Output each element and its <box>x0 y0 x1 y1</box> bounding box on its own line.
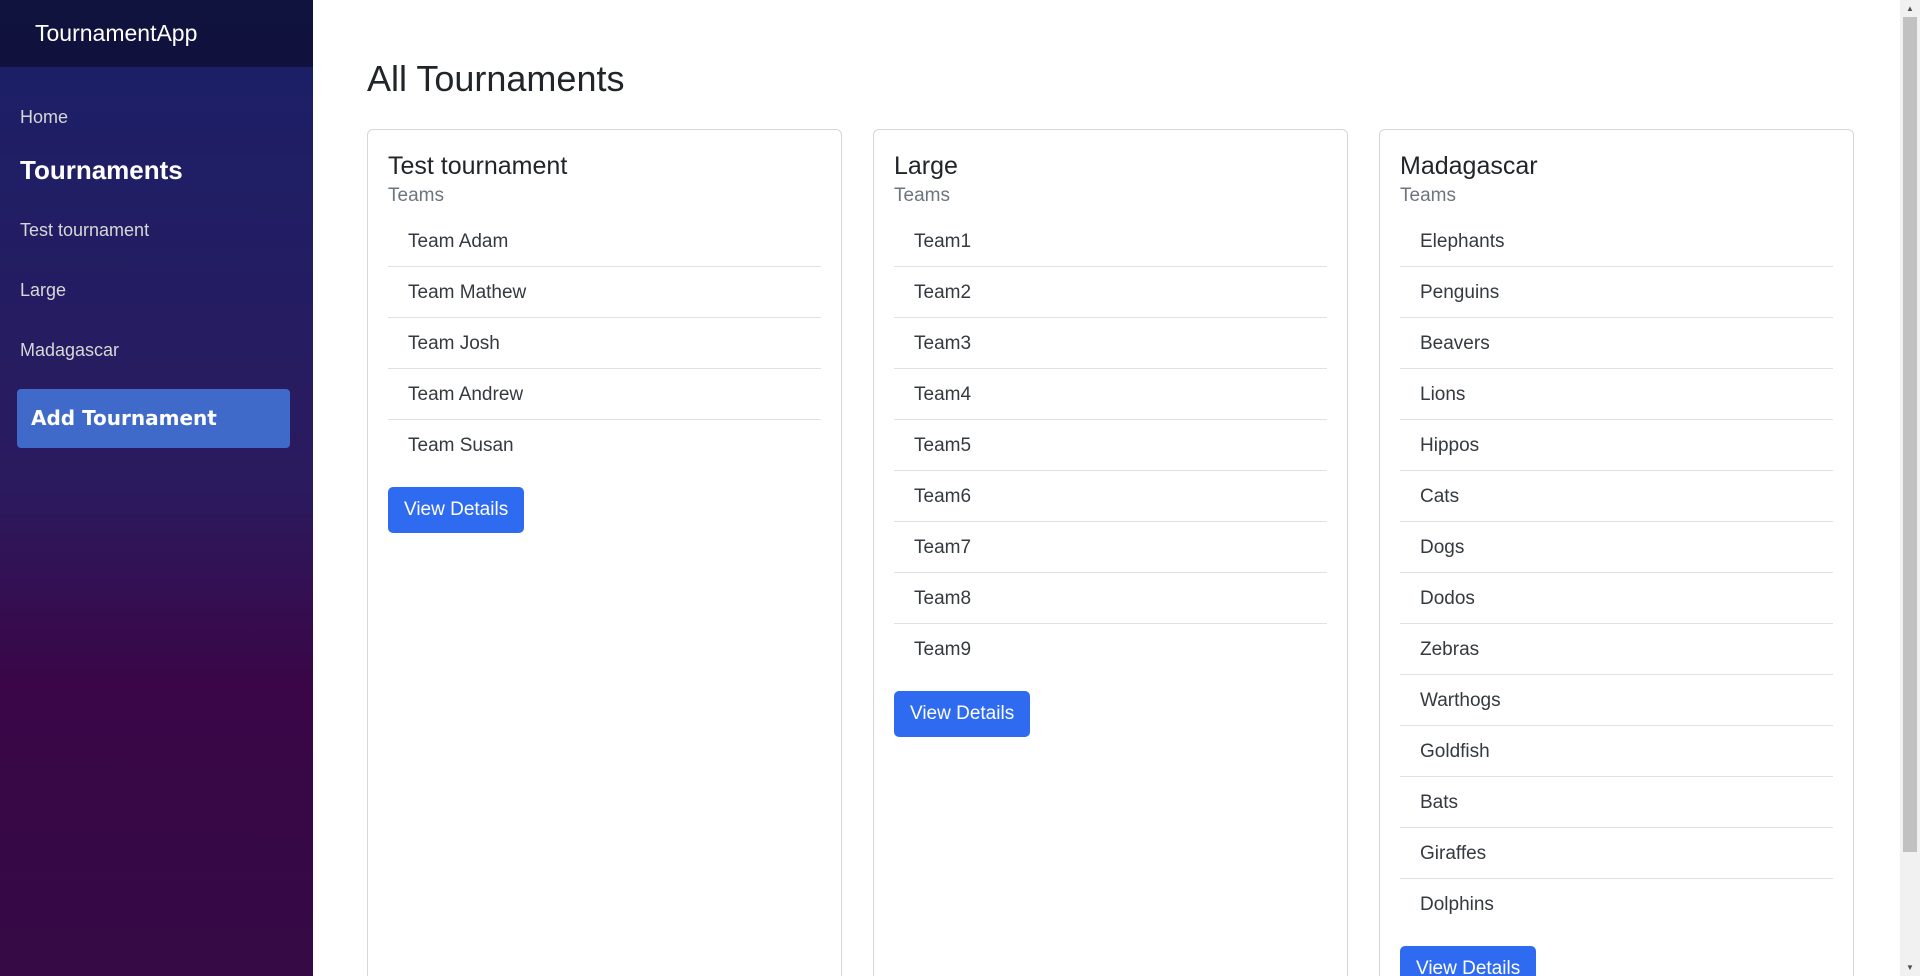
view-details-button[interactable]: View Details <box>388 487 525 533</box>
list-item: Hippos <box>1400 420 1833 471</box>
tournament-card: Large Teams Team1 Team2 Team3 Team4 Team… <box>873 129 1348 976</box>
list-item: Team Josh <box>388 318 821 369</box>
list-item: Bats <box>1400 777 1833 828</box>
list-item: Elephants <box>1400 216 1833 267</box>
list-item: Team Susan <box>408 435 514 456</box>
vertical-scrollbar[interactable]: ▲ ▼ <box>1900 0 1920 976</box>
list-item: Team7 <box>894 522 1327 573</box>
list-item: Dogs <box>1400 522 1833 573</box>
page-title: All Tournaments <box>367 58 625 99</box>
brand-title[interactable]: TournamentApp <box>0 0 313 67</box>
card-subtitle: Teams <box>894 185 950 206</box>
sidebar-item-madagascar[interactable]: Madagascar <box>0 320 313 380</box>
list-item: Giraffes <box>1400 828 1833 879</box>
app-root: TournamentApp Home Tournaments Test tour… <box>0 0 1920 976</box>
tournament-card: Test tournament Teams Team Adam Team Mat… <box>367 129 842 976</box>
list-item: Team4 <box>894 369 1327 420</box>
list-item: Team9 <box>914 639 972 660</box>
sidebar-section-heading: Tournaments <box>20 155 183 185</box>
card-title: Madagascar <box>1400 152 1538 180</box>
sidebar-item-home[interactable]: Home <box>0 95 313 140</box>
list-item: Zebras <box>1400 624 1833 675</box>
view-details-button[interactable]: View Details <box>894 691 1031 737</box>
list-item: Goldfish <box>1400 726 1833 777</box>
list-item: Cats <box>1400 471 1833 522</box>
list-item: Team Andrew <box>388 369 821 420</box>
list-item: Team5 <box>894 420 1327 471</box>
view-details-button[interactable]: View Details <box>1400 946 1537 976</box>
list-item: Dodos <box>1400 573 1833 624</box>
sidebar-nav: Home Tournaments Test tournament Large M… <box>0 67 313 448</box>
team-list: Team Adam Team Mathew Team Josh Team And… <box>388 216 821 471</box>
list-item: Beavers <box>1400 318 1833 369</box>
scroll-up-arrow-icon[interactable]: ▲ <box>1900 0 1920 17</box>
sidebar-item-large[interactable]: Large <box>0 260 313 320</box>
list-item: Team6 <box>894 471 1327 522</box>
team-list: Elephants Penguins Beavers Lions Hippos … <box>1400 216 1833 930</box>
list-item: Team Mathew <box>388 267 821 318</box>
list-item: Team Adam <box>388 216 821 267</box>
list-item: Warthogs <box>1400 675 1833 726</box>
add-tournament-button[interactable]: Add Tournament <box>17 389 290 448</box>
card-title: Test tournament <box>388 152 568 180</box>
card-subtitle: Teams <box>1400 185 1456 206</box>
list-item: Team3 <box>894 318 1327 369</box>
list-item: Team2 <box>894 267 1327 318</box>
card-title: Large <box>894 152 958 180</box>
list-item: Penguins <box>1400 267 1833 318</box>
card-subtitle: Teams <box>388 185 444 206</box>
team-list: Team1 Team2 Team3 Team4 Team5 Team6 Team… <box>894 216 1327 675</box>
list-item: Lions <box>1400 369 1833 420</box>
list-item: Team1 <box>894 216 1327 267</box>
list-item: Dolphins <box>1420 894 1494 915</box>
tournament-card: Madagascar Teams Elephants Penguins Beav… <box>1379 129 1854 976</box>
sidebar: TournamentApp Home Tournaments Test tour… <box>0 0 313 976</box>
list-item: Team8 <box>894 573 1327 624</box>
tournament-cards: Test tournament Teams Team Adam Team Mat… <box>367 129 1854 976</box>
scrollbar-thumb[interactable] <box>1903 17 1917 852</box>
sidebar-item-test-tournament[interactable]: Test tournament <box>0 200 313 260</box>
main-content: All Tournaments Test tournament Teams Te… <box>313 0 1920 976</box>
scroll-down-arrow-icon[interactable]: ▼ <box>1900 959 1920 976</box>
